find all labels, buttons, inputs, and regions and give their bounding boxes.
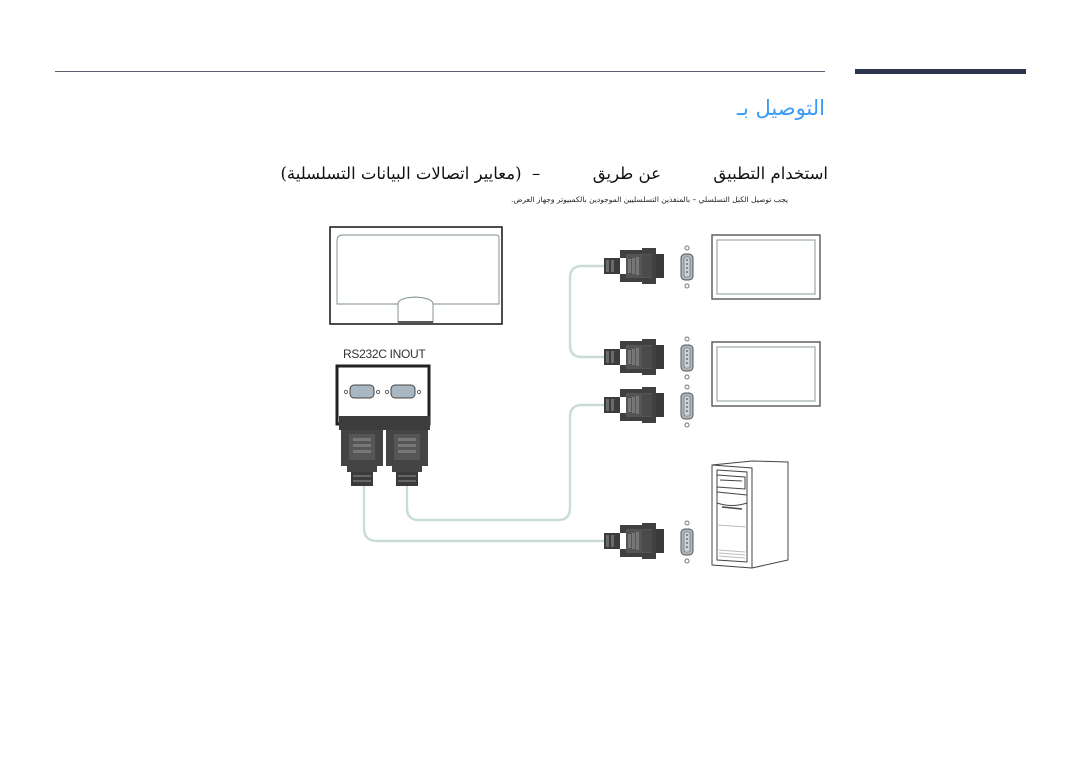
display-1-monitor-icon	[711, 234, 821, 300]
display2-in-port	[680, 336, 694, 380]
display2-in-plug	[604, 339, 664, 375]
cable-pc-to-rear-in	[362, 478, 604, 543]
display1-plug	[604, 248, 664, 284]
display1-port	[680, 245, 694, 289]
pc-plug	[604, 523, 664, 559]
pc-port	[680, 520, 694, 564]
rs232c-in-plug	[339, 416, 385, 486]
rs232c-out-plug	[384, 416, 430, 486]
cable-display1-to-display2	[568, 264, 604, 359]
pc-tower-icon	[711, 460, 789, 569]
rs232c-panel	[335, 364, 431, 486]
display2-out-port	[680, 384, 694, 428]
display-rear-panel	[329, 226, 503, 325]
display2-out-plug	[604, 387, 664, 423]
rs232c-port-label: RS232C INOUT	[343, 347, 426, 361]
cable-display2-to-rear-out	[405, 403, 604, 522]
display-2-monitor-icon	[711, 341, 821, 407]
connection-diagram	[329, 226, 821, 569]
